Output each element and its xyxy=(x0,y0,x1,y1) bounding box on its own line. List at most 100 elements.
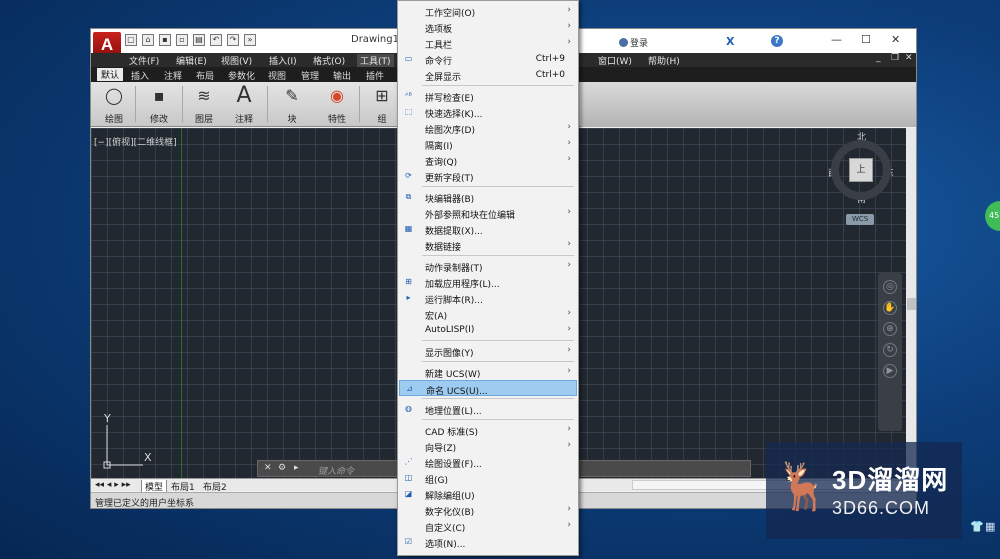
help-icon[interactable]: ? xyxy=(771,35,783,47)
redo-icon[interactable]: ↷ xyxy=(227,34,239,46)
tools-menu-item-label: 宏(A) xyxy=(425,312,448,322)
submenu-arrow-icon: › xyxy=(567,21,571,31)
viewport-controls-label[interactable]: [−][俯视][二维线框] xyxy=(94,135,177,148)
tools-menu-item[interactable]: AutoLISP(I) › xyxy=(399,322,577,338)
more-icon[interactable]: » xyxy=(244,34,256,46)
mdi-minimize-icon[interactable]: _ xyxy=(876,53,881,63)
panel-draw[interactable]: ◯ 绘图 xyxy=(97,84,131,126)
panel-layers[interactable]: ≋ 图层 xyxy=(187,84,221,126)
tools-menu-item[interactable]: ⟳ 更新字段(T) xyxy=(399,168,577,184)
tools-menu-item[interactable]: 查询(Q) › xyxy=(399,152,577,168)
tab-output[interactable]: 输出 xyxy=(333,69,351,82)
vertical-scrollbar[interactable] xyxy=(906,128,916,478)
command-prompt-icon[interactable]: ▸ xyxy=(294,463,299,473)
tools-menu-item[interactable]: ◪ 解除编组(U) xyxy=(399,486,577,502)
block-icon: ✎ xyxy=(285,86,299,105)
tools-menu-item[interactable]: ◫ 组(G) xyxy=(399,470,577,486)
vertical-scroll-thumb[interactable] xyxy=(907,298,916,310)
tools-menu-item[interactable]: ⊞ 加载应用程序(L)... xyxy=(399,274,577,290)
tools-menu-item[interactable]: 自定义(C) › xyxy=(399,518,577,534)
tools-menu-item[interactable]: 选项板 › xyxy=(399,19,577,35)
tab-annotate[interactable]: 注释 xyxy=(164,69,182,82)
pan-icon[interactable]: ✋ xyxy=(883,301,897,315)
tray-grid-icon[interactable]: ▦ xyxy=(985,520,995,533)
tools-menu-item[interactable]: 工具栏 › xyxy=(399,35,577,51)
panel-properties[interactable]: ◉ 特性 xyxy=(319,84,355,126)
showmotion-icon[interactable]: ▶ xyxy=(883,364,897,378)
tab-default[interactable]: 默认 xyxy=(97,68,124,81)
submenu-arrow-icon: › xyxy=(567,207,571,217)
tab-layout[interactable]: 布局 xyxy=(196,69,214,82)
tools-menu-item-label: 查询(Q) xyxy=(425,158,458,168)
tools-menu-item[interactable]: ᴬᴮ 拼写检查(E) xyxy=(399,88,577,104)
menu-help[interactable]: 帮助(H) xyxy=(648,54,680,67)
steering-wheel-icon[interactable]: ◎ xyxy=(883,280,897,294)
tools-menu-item[interactable]: ◍ 地理位置(L)... xyxy=(399,401,577,417)
tools-menu-item[interactable]: 数字化仪(B) › xyxy=(399,502,577,518)
command-input[interactable]: 键入命令 xyxy=(318,464,354,477)
menu-edit[interactable]: 编辑(E) xyxy=(176,54,207,67)
panel-modify[interactable]: ▪ 修改 xyxy=(141,84,177,126)
command-settings-icon[interactable]: ⚙ xyxy=(278,463,286,473)
tray-shirt-icon[interactable]: 👕 xyxy=(970,520,984,533)
submenu-arrow-icon: › xyxy=(567,37,571,47)
tools-menu-item[interactable]: 宏(A) › xyxy=(399,306,577,322)
menu-insert[interactable]: 插入(I) xyxy=(269,54,297,67)
tools-menu-item[interactable]: 绘图次序(D) › xyxy=(399,120,577,136)
mdi-restore-icon[interactable]: ❐ xyxy=(891,53,899,63)
tools-menu-item[interactable]: 隔离(I) › xyxy=(399,136,577,152)
menu-window[interactable]: 窗口(W) xyxy=(598,54,632,67)
menu-format[interactable]: 格式(O) xyxy=(313,54,345,67)
spellcheck-icon: ᴬᴮ xyxy=(405,91,412,100)
tab-parametric[interactable]: 参数化 xyxy=(228,69,255,82)
exchange-x-icon[interactable]: X xyxy=(726,35,734,48)
save-icon[interactable]: ▪ xyxy=(159,34,171,46)
plot-icon[interactable]: ▤ xyxy=(193,34,205,46)
tools-menu-item[interactable]: ▭ 命令行 Ctrl+9 xyxy=(399,51,577,67)
tools-menu-item[interactable]: 向导(Z) › xyxy=(399,438,577,454)
tools-menu-item[interactable]: ⬚ 快速选择(K)... xyxy=(399,104,577,120)
tools-menu-item[interactable]: 显示图像(Y) › xyxy=(399,343,577,359)
view-cube-top[interactable]: 上 xyxy=(849,158,873,182)
tools-menu-item[interactable]: ⧉ 块编辑器(B) xyxy=(399,189,577,205)
tools-menu-item[interactable]: 动作录制器(T) › xyxy=(399,258,577,274)
tab-manage[interactable]: 管理 xyxy=(301,69,319,82)
open-file-icon[interactable]: ⌂ xyxy=(142,34,154,46)
orbit-icon[interactable]: ↻ xyxy=(883,343,897,357)
tools-menu-item[interactable]: 数据链接 › xyxy=(399,237,577,253)
tools-menu-item[interactable]: ▦ 数据提取(X)... xyxy=(399,221,577,237)
layout-nav-icon[interactable]: ◂◂ ◂ ▸ ▸▸ xyxy=(95,480,131,490)
tab-plugins[interactable]: 插件 xyxy=(366,69,384,82)
tools-menu-item[interactable]: ⊿ 命名 UCS(U)... xyxy=(399,380,577,397)
maximize-icon[interactable]: ☐ xyxy=(861,33,871,46)
tools-menu-item[interactable]: ☑ 选项(N)... xyxy=(399,534,577,550)
zoom-icon[interactable]: ⊕ xyxy=(883,322,897,336)
tools-menu-item[interactable]: 工作空间(O) › xyxy=(399,3,577,19)
view-cube[interactable]: 上 xyxy=(831,140,891,200)
panel-group[interactable]: ⊞ 组 xyxy=(365,84,399,126)
menu-file[interactable]: 文件(F) xyxy=(129,54,159,67)
tools-menu-item[interactable]: 外部参照和块在位编辑 › xyxy=(399,205,577,221)
tools-menu-item-label: 显示图像(Y) xyxy=(425,349,474,359)
minimize-icon[interactable]: — xyxy=(831,33,842,46)
tools-menu-item[interactable]: ⋰ 绘图设置(F)... xyxy=(399,454,577,470)
tools-menu-item[interactable]: 全屏显示 Ctrl+0 xyxy=(399,67,577,83)
panel-annotation[interactable]: A 注释 xyxy=(227,84,261,126)
side-float-badge[interactable]: 45 xyxy=(985,201,1000,231)
tools-menu-item[interactable]: CAD 标准(S) › xyxy=(399,422,577,438)
wcs-dropdown[interactable]: WCS xyxy=(846,214,875,225)
tools-menu-item[interactable]: 新建 UCS(W) › xyxy=(399,364,577,380)
menu-tools[interactable]: 工具(T) xyxy=(357,54,394,67)
new-file-icon[interactable]: ▢ xyxy=(125,34,137,46)
login-button[interactable]: 登录 xyxy=(619,36,648,49)
mdi-close-icon[interactable]: ✕ xyxy=(905,53,913,63)
tab-view[interactable]: 视图 xyxy=(268,69,286,82)
undo-icon[interactable]: ↶ xyxy=(210,34,222,46)
command-close-icon[interactable]: ✕ xyxy=(264,463,272,473)
close-icon[interactable]: ✕ xyxy=(891,33,900,46)
save-as-icon[interactable]: ▫ xyxy=(176,34,188,46)
panel-block[interactable]: ✎ 块 xyxy=(275,84,309,126)
menu-view[interactable]: 视图(V) xyxy=(221,54,252,67)
tab-insert[interactable]: 插入 xyxy=(131,69,149,82)
tools-menu-item[interactable]: ▸ 运行脚本(R)... xyxy=(399,290,577,306)
